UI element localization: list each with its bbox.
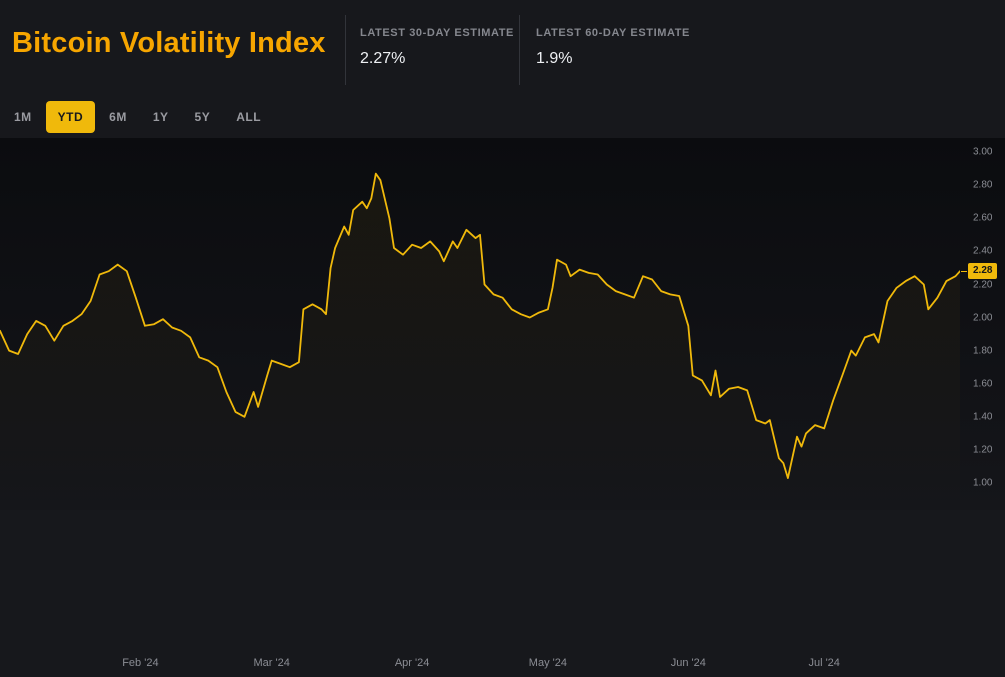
x-axis-label: Feb '24	[122, 657, 158, 669]
x-axis-label: Jul '24	[808, 657, 839, 669]
stat-30day-value: 2.27%	[360, 50, 514, 68]
range-selector: 1M YTD 6M 1Y 5Y ALL	[2, 101, 273, 133]
current-value-badge: 2.28	[968, 263, 997, 279]
x-axis-label: Mar '24	[254, 657, 290, 669]
y-axis: 2.28 3.00 2.80 2.60 2.40 2.20 2.00 1.80 1.60 1.4…	[960, 138, 1005, 510]
header: Bitcoin Volatility Index LATEST 30-DAY E…	[0, 0, 1005, 97]
range-button-ytd[interactable]: YTD	[46, 101, 96, 133]
volatility-line-chart[interactable]	[0, 138, 960, 510]
range-button-1m[interactable]: 1M	[2, 101, 44, 133]
header-divider	[345, 15, 346, 85]
y-axis-label: 3.00	[973, 147, 992, 158]
y-axis-label: 2.80	[973, 180, 992, 191]
x-axis: Feb '24 Mar '24 Apr '24 May '24 Jun '24 Jul '…	[0, 648, 960, 677]
range-button-6m[interactable]: 6M	[97, 101, 139, 133]
stat-60day-value: 1.9%	[536, 50, 690, 68]
header-divider	[519, 15, 520, 85]
stat-30day-estimate: LATEST 30-DAY ESTIMATE 2.27%	[360, 27, 514, 68]
y-axis-label: 2.20	[973, 279, 992, 290]
range-button-1y[interactable]: 1Y	[141, 101, 181, 133]
x-axis-label: Apr '24	[395, 657, 430, 669]
stat-30day-label: LATEST 30-DAY ESTIMATE	[360, 27, 514, 39]
y-axis-label: 2.40	[973, 246, 992, 257]
chart-area: 2.28 3.00 2.80 2.60 2.40 2.20 2.00 1.80 1.60 1.4…	[0, 138, 1005, 510]
range-button-all[interactable]: ALL	[224, 101, 273, 133]
range-button-5y[interactable]: 5Y	[183, 101, 223, 133]
y-axis-label: 1.00	[973, 478, 992, 489]
stat-60day-label: LATEST 60-DAY ESTIMATE	[536, 27, 690, 39]
x-axis-label: May '24	[529, 657, 567, 669]
bitcoin-volatility-dashboard: Bitcoin Volatility Index LATEST 30-DAY E…	[0, 0, 1005, 539]
y-axis-label: 1.80	[973, 345, 992, 356]
stat-60day-estimate: LATEST 60-DAY ESTIMATE 1.9%	[536, 27, 690, 68]
y-axis-label: 1.20	[973, 444, 992, 455]
y-axis-label: 2.60	[973, 213, 992, 224]
page-title: Bitcoin Volatility Index	[12, 27, 326, 60]
y-axis-label: 2.00	[973, 312, 992, 323]
x-axis-label: Jun '24	[671, 657, 706, 669]
y-axis-label: 1.60	[973, 378, 992, 389]
y-axis-label: 1.40	[973, 411, 992, 422]
line-area-fill	[0, 174, 960, 510]
